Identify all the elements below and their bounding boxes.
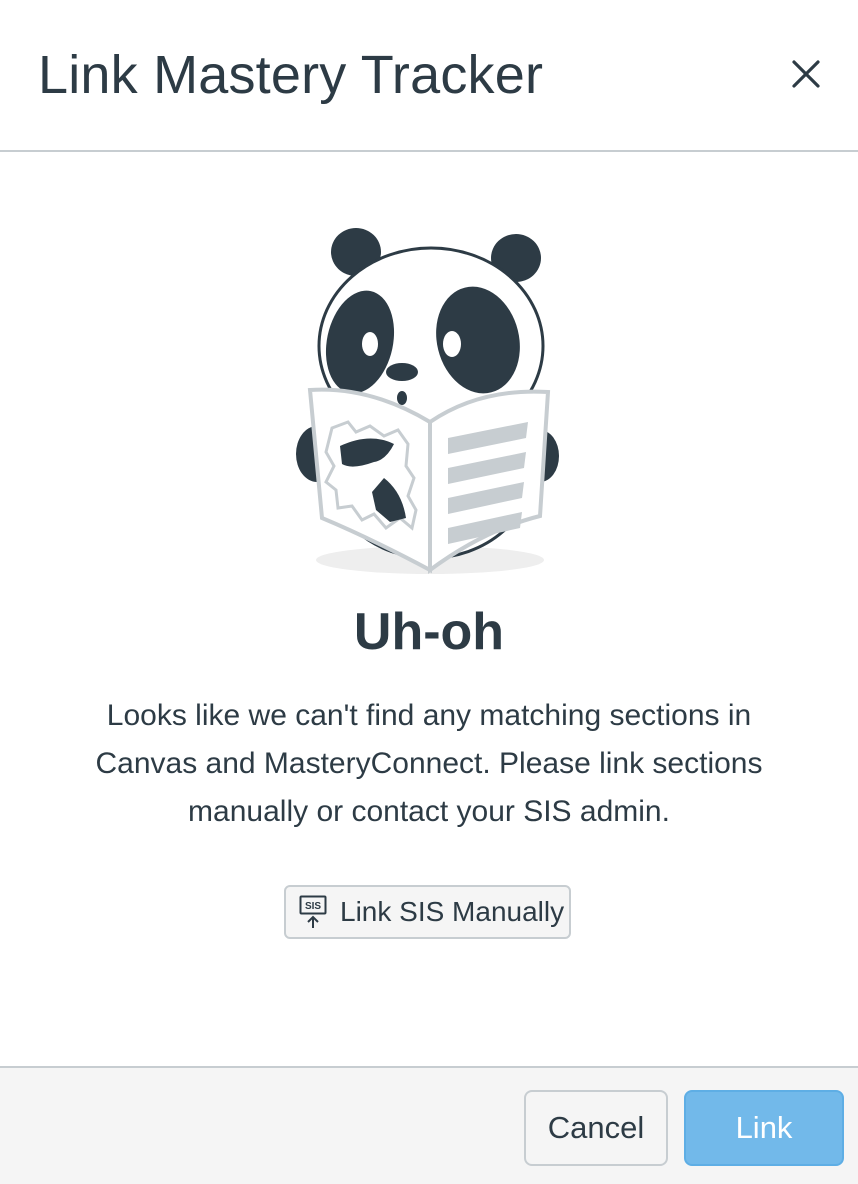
cancel-button[interactable]: Cancel [524, 1090, 668, 1166]
link-sis-manually-button[interactable]: SIS Link SIS Manually [284, 885, 571, 939]
close-icon [792, 60, 820, 88]
error-headline: Uh-oh [353, 603, 505, 661]
panda-reading-newspaper-illustration [296, 228, 559, 574]
svg-text:SIS: SIS [305, 901, 321, 912]
modal-body: Uh-oh Looks like we can't find any match… [0, 152, 858, 1066]
modal-header: Link Mastery Tracker [0, 0, 858, 152]
error-message: Looks like we can't find any matching se… [95, 699, 763, 828]
link-sis-manually-label: Link SIS Manually [340, 896, 565, 927]
sis-upload-icon: SIS [298, 894, 328, 930]
link-button[interactable]: Link [684, 1090, 844, 1166]
link-mastery-tracker-modal: Link Mastery Tracker Uh-oh Looks like we… [0, 0, 858, 1184]
modal-footer: Cancel Link [0, 1066, 858, 1184]
modal-title: Link Mastery Tracker [38, 45, 544, 105]
close-button[interactable] [780, 48, 832, 100]
